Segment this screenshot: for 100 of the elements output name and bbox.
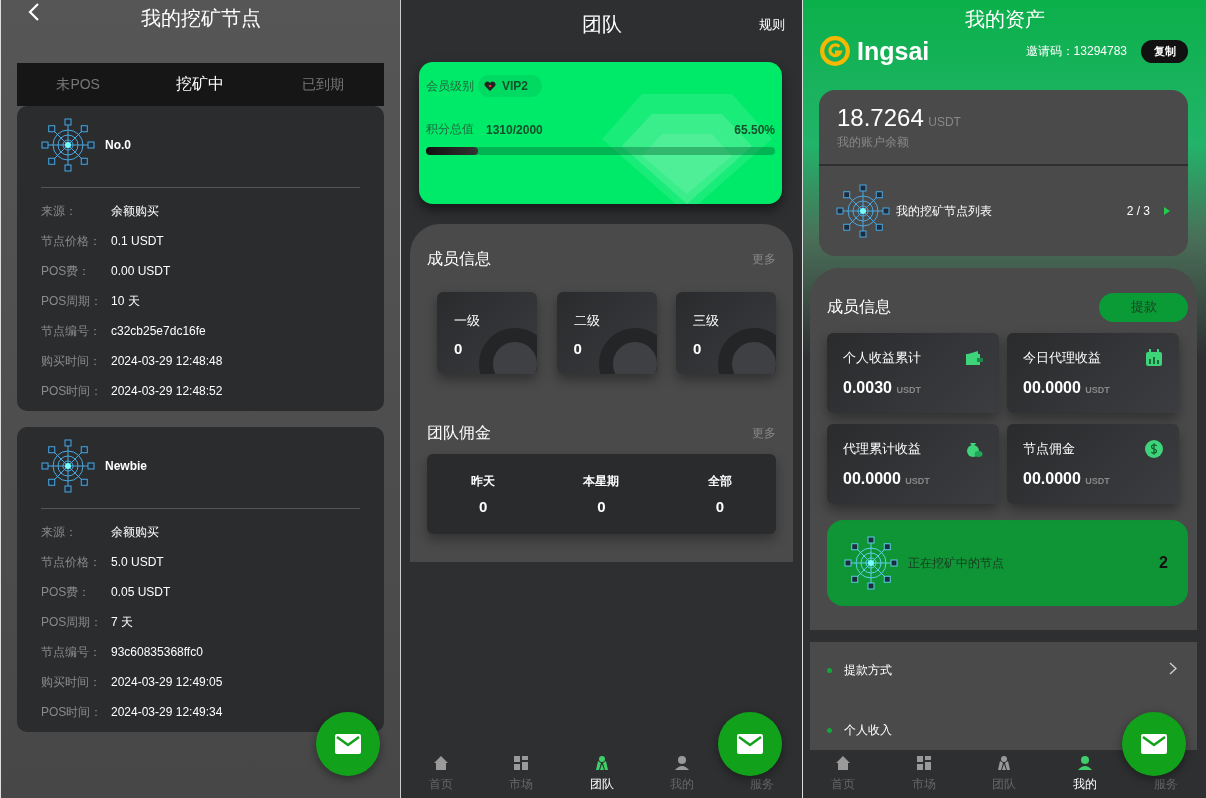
stat-unit: USDT [1085,476,1110,486]
brand-name: Ingsai [857,36,930,66]
member-level-label: 会员级别 [426,77,474,95]
tier-card[interactable]: 三级 0 [676,292,776,374]
stat-label: 今日代理收益 [1023,349,1101,367]
home-icon [835,755,852,771]
calendar-icon [1145,349,1163,367]
field-label: 购买时间： [41,673,102,691]
balance-amount: 18.7264 [837,104,924,131]
heart-icon [484,80,496,92]
field-label: 购买时间： [41,352,102,370]
tab[interactable]: 未POS [17,63,140,106]
invite-code: 13294783 [1073,44,1127,58]
person-icon [673,755,690,771]
more-link[interactable]: 更多 [752,250,776,268]
period-label: 本星期 [583,473,620,490]
logo-icon [819,35,851,67]
stat-value: 00.0000 [1023,379,1081,396]
stat-value: 0.0030 [843,379,892,396]
mail-icon [1141,734,1167,754]
field-label: 节点价格： [41,553,102,571]
menu-item[interactable]: 个人收入 [810,718,1197,750]
field-label: POS周期： [41,292,104,310]
tier-card[interactable]: 二级 0 [556,292,657,374]
field-value: c32cb25e7dc16fe [111,324,206,338]
field-label: POS时间： [41,382,104,400]
mining-nodes-card[interactable]: 正在挖矿中的节点 2 [827,520,1188,606]
network-icon [836,184,890,238]
copy-button[interactable]: 复制 [1141,39,1188,63]
field-value: 2024-03-29 12:49:34 [111,705,223,719]
home-icon [433,755,450,771]
tab[interactable]: 挖矿中 [139,63,262,106]
field-value: 0.05 USDT [111,585,171,599]
tab[interactable]: 已到期 [261,63,384,106]
field-value: 余额购买 [111,202,159,220]
mining-label: 正在挖矿中的节点 [908,554,1004,572]
nav-tab[interactable]: 我的 [1044,755,1126,793]
node-name: No.0 [105,138,131,152]
period-value: 0 [597,498,606,515]
field-value: 93c60835368ffc0 [111,645,203,659]
money-bag-icon [965,440,983,458]
back-icon[interactable] [28,2,40,22]
field-value: 2024-03-29 12:49:05 [111,675,223,689]
section-title: 成员信息 [427,248,491,269]
field-value: 2024-03-29 12:48:48 [111,354,223,368]
message-button[interactable] [316,712,380,776]
tier-count: 0 [573,340,583,357]
mail-icon [737,734,763,754]
dollar-coin-icon [1145,440,1163,458]
node-name: Newbie [105,459,147,473]
period-value: 0 [479,498,488,515]
play-icon [1164,207,1170,215]
stat-label: 节点佣金 [1023,440,1075,458]
tier-count: 0 [454,340,464,357]
grid-icon [513,755,530,771]
period-label: 昨天 [471,473,496,490]
field-value: 7 天 [111,613,133,631]
mail-icon [335,734,361,754]
stat-unit: USDT [896,385,921,395]
wallet-icon [965,349,983,367]
menu-item[interactable]: 提款方式 [810,658,1197,718]
field-label: 节点编号： [41,322,102,340]
period-value: 0 [715,498,724,515]
field-label: 节点价格： [41,232,102,250]
invite-label: 邀请码： [1025,42,1074,60]
network-icon [41,439,95,493]
field-label: POS费： [41,262,92,280]
page-title: 我的挖矿节点 [140,6,261,31]
field-value: 余额购买 [111,523,159,541]
balance-label: 我的账户余额 [837,134,910,151]
node-list-row[interactable]: 我的挖矿节点列表 2 / 3 [819,166,1188,256]
more-link[interactable]: 更多 [752,424,776,442]
rules-link[interactable]: 规则 [759,16,785,34]
grid-icon [915,755,932,771]
page-title: 团队 [581,11,622,37]
nav-tab[interactable]: 团队 [561,755,642,793]
tier-count: 0 [693,340,703,357]
page-title: 我的资产 [964,6,1045,32]
section-title: 成员信息 [827,296,891,317]
section-title: 团队佣金 [427,422,491,443]
field-value: 2024-03-29 12:48:52 [111,384,223,398]
vip-badge: VIP2 [478,75,542,97]
field-value: 0.1 USDT [111,234,164,248]
tier-card[interactable]: 一级 0 [437,292,537,374]
points-value: 1310/2000 [486,122,543,137]
percent-value: 65.50% [734,122,775,137]
stat-label: 个人收益累计 [843,349,921,367]
stat-unit: USDT [905,476,930,486]
field-label: POS费： [41,583,92,601]
field-label: POS时间： [41,703,104,721]
stat-label: 代理累计收益 [843,440,921,458]
tier-label: 三级 [693,312,720,330]
field-label: POS周期： [41,613,104,631]
team-icon [593,755,610,771]
field-label: 来源： [41,202,78,220]
stat-unit: USDT [1085,385,1110,395]
team-icon [996,755,1013,771]
field-label: 来源： [41,523,78,541]
stat-value: 00.0000 [843,470,901,487]
withdraw-button[interactable]: 提款 [1099,292,1188,322]
